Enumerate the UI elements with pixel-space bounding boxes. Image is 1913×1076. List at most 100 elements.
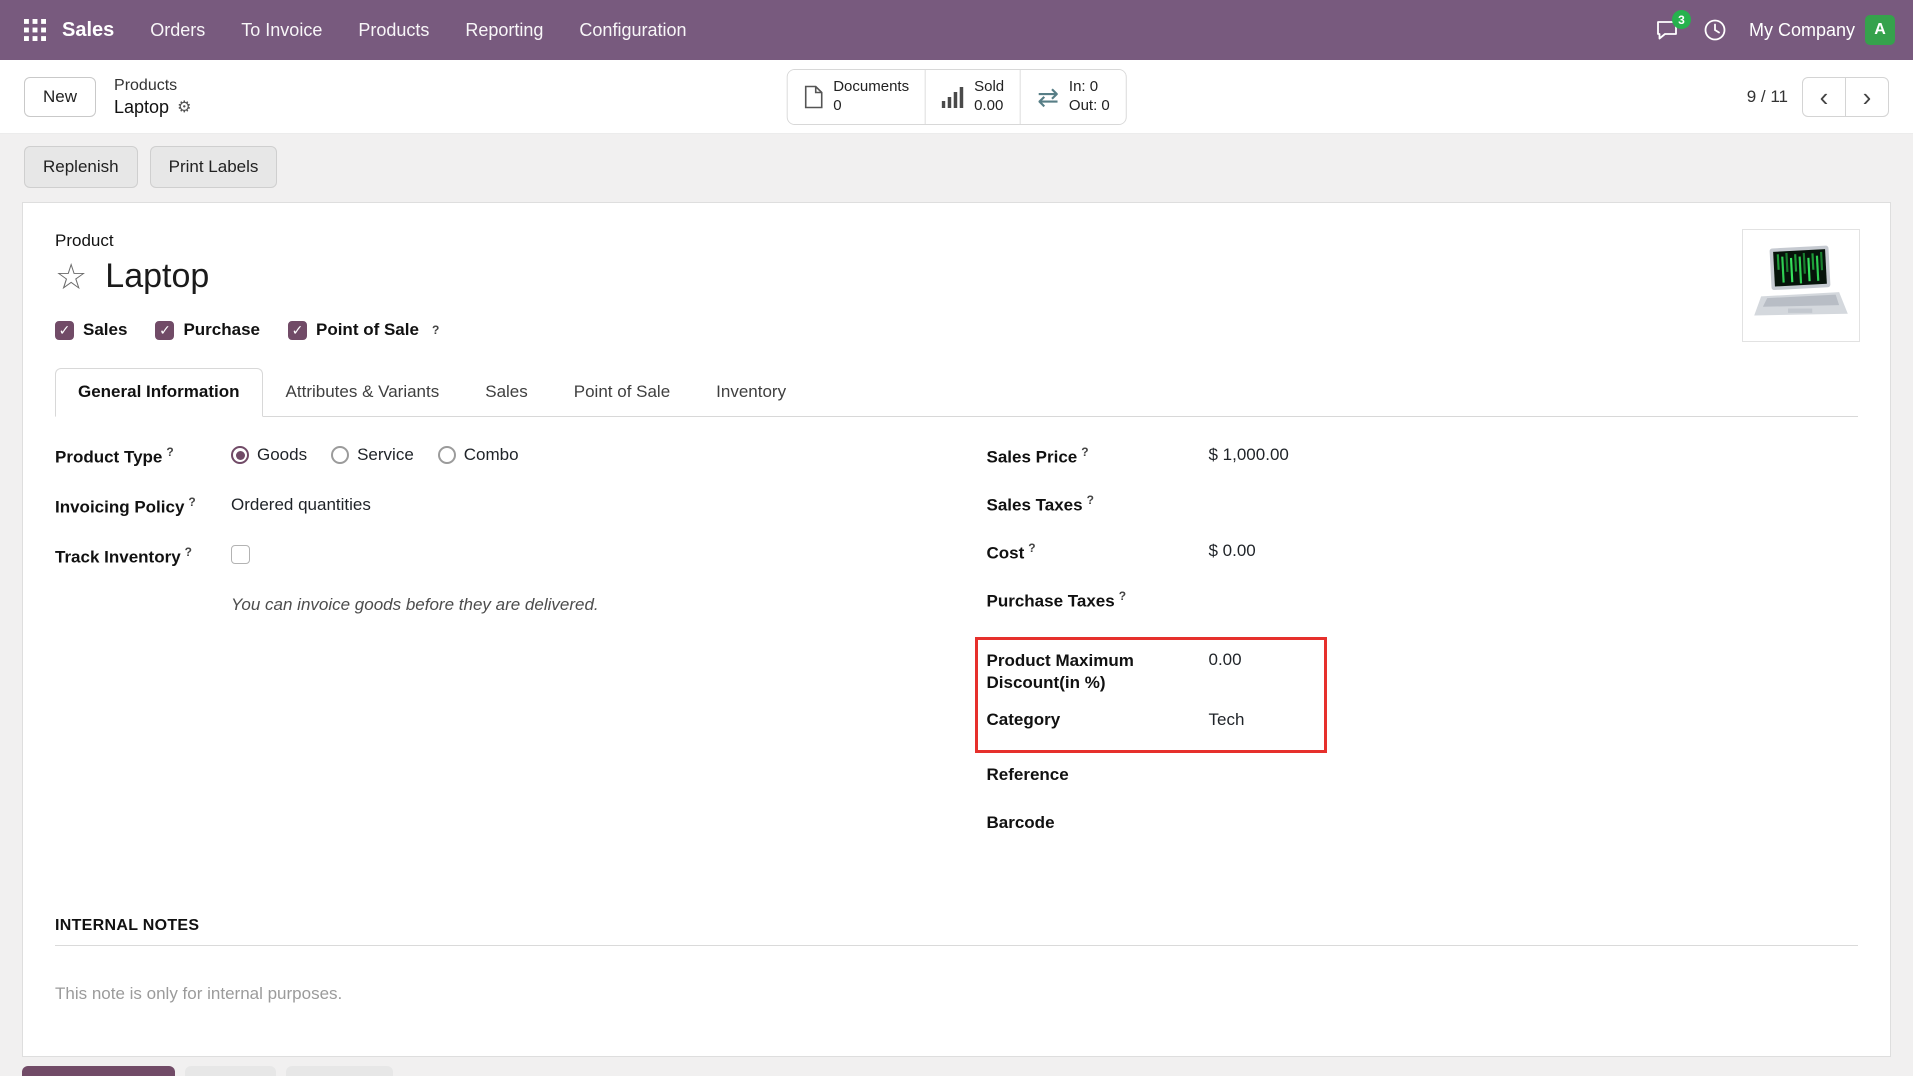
company-name: My Company (1749, 20, 1855, 41)
radio-option-goods[interactable]: Goods (231, 445, 307, 465)
help-icon[interactable]: ? (1087, 493, 1094, 507)
reference-label: Reference (987, 765, 1209, 785)
help-icon[interactable]: ? (1119, 589, 1126, 603)
barcode-label: Barcode (987, 813, 1209, 833)
category-label: Category (987, 710, 1209, 730)
invoicing-helper-note: You can invoice goods before they are de… (231, 595, 927, 615)
service-radio[interactable] (331, 446, 349, 464)
sales-checkbox-label: Sales (83, 320, 127, 340)
internal-notes-section: INTERNAL NOTES This note is only for int… (55, 917, 1858, 1004)
sales-price-label: Sales Price? (987, 445, 1209, 468)
bottom-primary-button[interactable] (22, 1066, 175, 1076)
goods-radio[interactable] (231, 446, 249, 464)
purchase-checkbox-label: Purchase (183, 320, 260, 340)
apps-menu-button[interactable] (18, 13, 52, 47)
help-icon[interactable]: ? (188, 495, 195, 509)
help-icon[interactable]: ? (432, 323, 439, 337)
notebook-tabs: General Information Attributes & Variant… (55, 368, 1858, 417)
sales-taxes-input[interactable] (1209, 493, 1859, 515)
internal-notes-title: INTERNAL NOTES (55, 917, 1858, 946)
breadcrumb-current: Laptop (114, 96, 169, 119)
nav-item-reporting[interactable]: Reporting (465, 20, 543, 41)
bar-chart-icon (942, 86, 964, 108)
nav-item-products[interactable]: Products (358, 20, 429, 41)
purchase-checkbox-field[interactable]: Purchase (155, 320, 260, 340)
tab-sales[interactable]: Sales (462, 368, 551, 416)
barcode-input[interactable] (1209, 813, 1859, 835)
sales-price-value[interactable]: $ 1,000.00 (1209, 445, 1859, 467)
track-inventory-checkbox[interactable] (231, 545, 250, 564)
exchange-arrows-icon: ⇄ (1037, 84, 1059, 110)
product-form-sheet: Product ☆ Laptop Sales Purchase Point of… (22, 202, 1891, 1057)
laptop-image (1749, 240, 1853, 332)
avatar: A (1865, 15, 1895, 45)
track-inventory-label: Track Inventory? (55, 545, 231, 568)
invoicing-policy-label: Invoicing Policy? (55, 495, 231, 518)
stat-button-sold[interactable]: Sold 0.00 (926, 70, 1021, 124)
pager-value: 9 / 11 (1747, 87, 1788, 107)
product-image[interactable] (1742, 229, 1860, 342)
radio-option-combo[interactable]: Combo (438, 445, 519, 465)
breadcrumb-products-link[interactable]: Products (114, 76, 177, 96)
stat-button-group: Documents 0 Sold 0.00 ⇄ In: 0 (786, 69, 1127, 125)
combo-radio[interactable] (438, 446, 456, 464)
chevron-right-icon: › (1863, 84, 1872, 110)
pager-previous-button[interactable]: ‹ (1802, 77, 1846, 117)
help-icon[interactable]: ? (185, 545, 192, 559)
app-name[interactable]: Sales (62, 19, 114, 42)
cost-value[interactable]: $ 0.00 (1209, 541, 1859, 563)
sales-checkbox-field[interactable]: Sales (55, 320, 127, 340)
invoicing-policy-value[interactable]: Ordered quantities (231, 495, 927, 517)
stat-sold-label: Sold (974, 78, 1004, 97)
tab-inventory[interactable]: Inventory (693, 368, 809, 416)
help-icon[interactable]: ? (1081, 445, 1088, 459)
cost-label: Cost? (987, 541, 1209, 564)
radio-option-service[interactable]: Service (331, 445, 414, 465)
clock-icon (1703, 18, 1727, 42)
category-value[interactable]: Tech (1209, 710, 1324, 732)
tab-point-of-sale[interactable]: Point of Sale (551, 368, 693, 416)
new-button[interactable]: New (24, 77, 96, 117)
product-type-radio-group: Goods Service Combo (231, 445, 927, 465)
purchase-taxes-input[interactable] (1209, 589, 1859, 611)
max-discount-label: Product Maximum Discount(in %) (987, 650, 1192, 694)
messages-badge: 3 (1672, 10, 1691, 29)
nav-item-configuration[interactable]: Configuration (579, 20, 686, 41)
top-navbar: Sales Orders To Invoice Products Reporti… (0, 0, 1913, 60)
breadcrumb: Products Laptop ⚙ (114, 74, 191, 119)
point-of-sale-checkbox-label: Point of Sale (316, 320, 419, 340)
gear-icon[interactable]: ⚙ (177, 98, 191, 118)
discount-highlight-box: Product Maximum Discount(in %) 0.00 Cate… (975, 637, 1327, 753)
sales-checkbox[interactable] (55, 321, 74, 340)
tab-general-information[interactable]: General Information (55, 368, 263, 417)
stat-button-in-out[interactable]: ⇄ In: 0 Out: 0 (1021, 70, 1126, 124)
internal-notes-input[interactable]: This note is only for internal purposes. (55, 984, 1858, 1004)
point-of-sale-checkbox[interactable] (288, 321, 307, 340)
point-of-sale-checkbox-field[interactable]: Point of Sale ? (288, 320, 439, 340)
nav-item-to-invoice[interactable]: To Invoice (241, 20, 322, 41)
help-icon[interactable]: ? (166, 445, 173, 459)
bottom-secondary-button-2[interactable] (286, 1066, 393, 1076)
product-name-title[interactable]: Laptop (105, 257, 209, 296)
bottom-secondary-button-1[interactable] (185, 1066, 276, 1076)
stat-documents-value: 0 (833, 97, 841, 116)
pager-next-button[interactable]: › (1845, 77, 1889, 117)
stat-in-value: In: 0 (1069, 78, 1098, 97)
nav-item-orders[interactable]: Orders (150, 20, 205, 41)
reference-input[interactable] (1209, 765, 1859, 787)
help-icon[interactable]: ? (1028, 541, 1035, 555)
purchase-taxes-label: Purchase Taxes? (987, 589, 1209, 612)
max-discount-value[interactable]: 0.00 (1209, 650, 1324, 672)
product-label: Product (55, 231, 1858, 251)
replenish-button[interactable]: Replenish (24, 146, 138, 188)
favorite-star-icon[interactable]: ☆ (55, 259, 87, 295)
bottom-button-row (22, 1066, 1891, 1076)
stat-button-documents[interactable]: Documents 0 (787, 70, 926, 124)
activities-button[interactable] (1703, 18, 1727, 42)
document-icon (803, 85, 823, 109)
purchase-checkbox[interactable] (155, 321, 174, 340)
tab-attributes-variants[interactable]: Attributes & Variants (263, 368, 463, 416)
messages-button[interactable]: 3 (1655, 18, 1681, 42)
print-labels-button[interactable]: Print Labels (150, 146, 278, 188)
user-menu[interactable]: My Company A (1749, 15, 1895, 45)
